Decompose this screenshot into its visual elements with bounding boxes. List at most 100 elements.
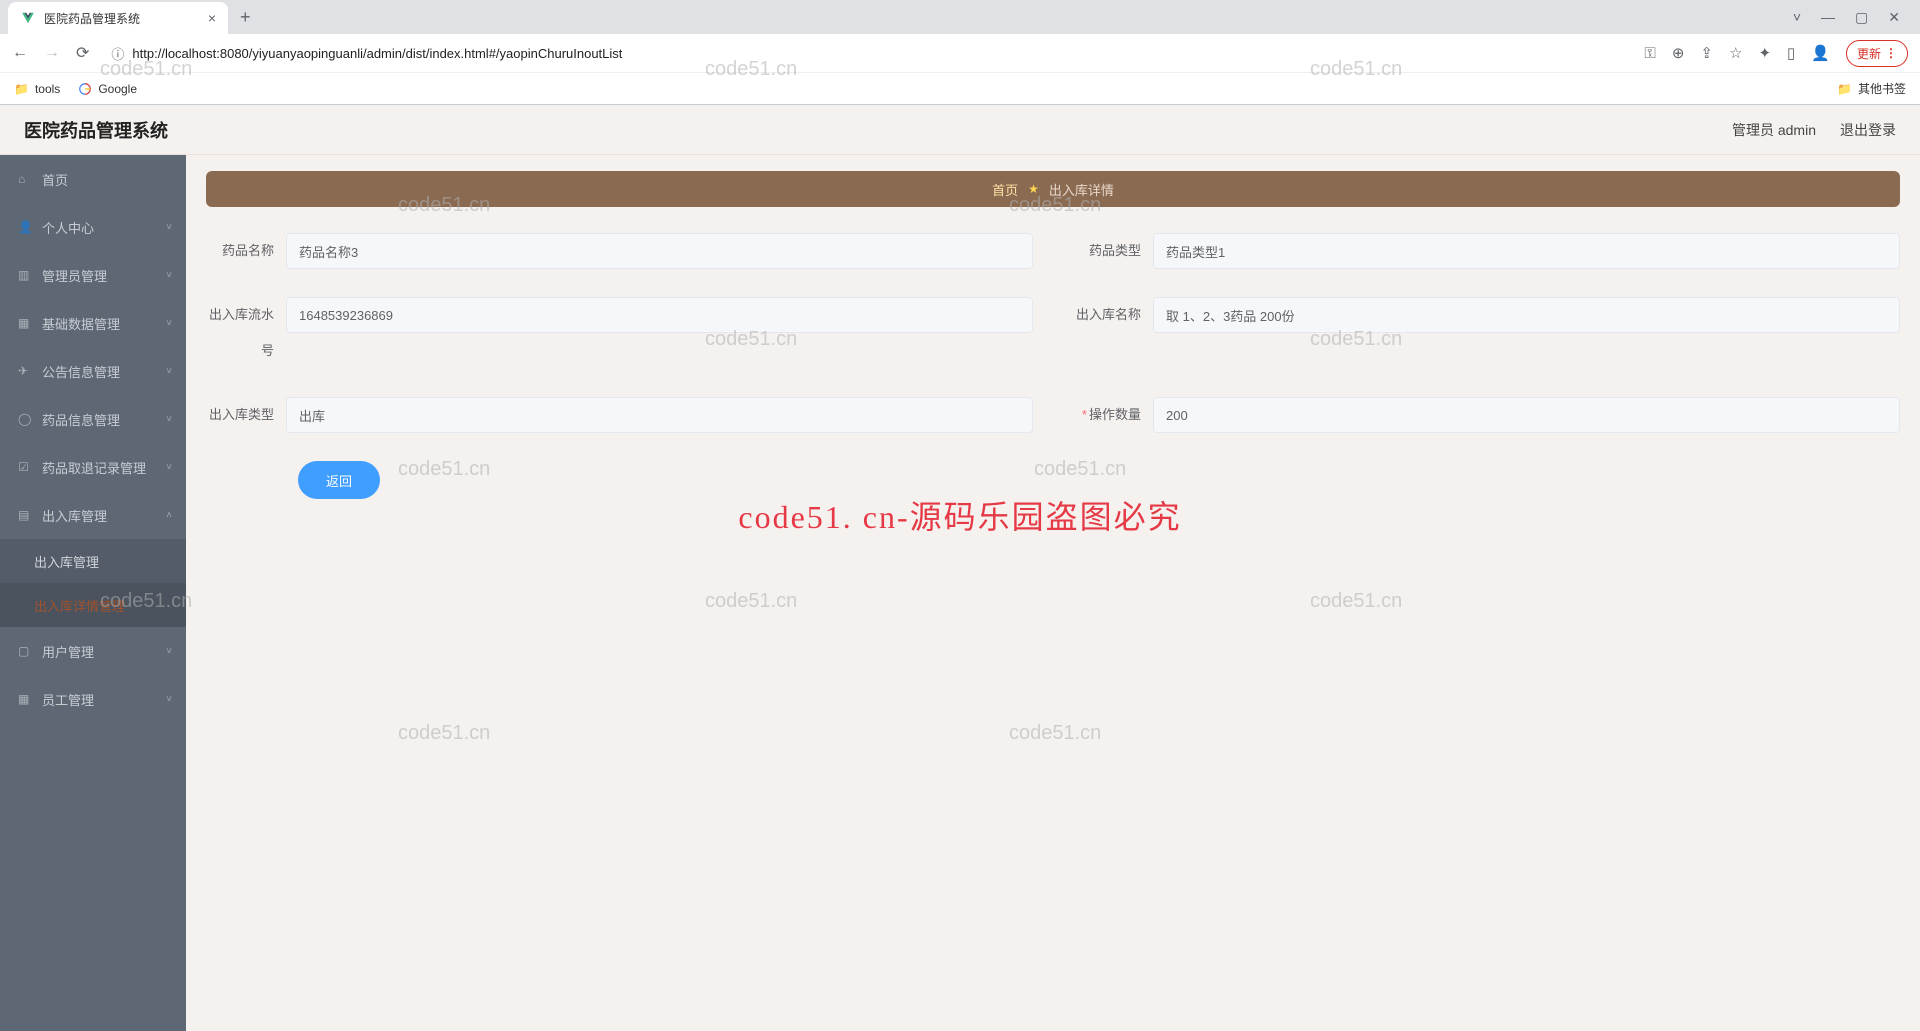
label-medicine-name: 药品名称 bbox=[206, 233, 286, 269]
input-op-qty[interactable] bbox=[1153, 397, 1900, 433]
sidebar-sublabel-inout2: 出入库详情管理 bbox=[34, 596, 125, 615]
grid-icon: ▦ bbox=[18, 692, 32, 706]
share-icon[interactable]: ⇪ bbox=[1700, 44, 1713, 62]
bookmark-bar: 📁 tools Google 📁 其他书签 bbox=[0, 72, 1920, 104]
reload-icon[interactable]: ⟳ bbox=[76, 43, 89, 63]
sidebar-label-home: 首页 bbox=[42, 170, 68, 189]
send-icon: ✈ bbox=[18, 364, 32, 378]
url-text: http://localhost:8080/yiyuanyaopinguanli… bbox=[132, 46, 622, 61]
square-icon: ▢ bbox=[18, 644, 32, 658]
sidebar-label-usermgmt: 用户管理 bbox=[42, 642, 94, 661]
home-icon: ⌂ bbox=[18, 172, 32, 186]
extensions-icon[interactable]: ✦ bbox=[1758, 44, 1771, 62]
browser-chrome: 医院药品管理系统 × + ˅ — ▢ ✕ ← → ⟳ ⓘ http://loca… bbox=[0, 0, 1920, 105]
input-medicine-type[interactable] bbox=[1153, 233, 1900, 269]
input-inout-type[interactable] bbox=[286, 397, 1033, 433]
form-item-medicine-type: 药品类型 bbox=[1073, 233, 1900, 269]
tab-close-icon[interactable]: × bbox=[208, 10, 216, 26]
user-icon: 👤 bbox=[18, 220, 32, 234]
sidebar-label-announce: 公告信息管理 bbox=[42, 362, 120, 381]
nav-icons: ← → ⟳ bbox=[12, 43, 89, 63]
bookmark-tools-label: tools bbox=[35, 82, 60, 96]
sidebar-label-personal: 个人中心 bbox=[42, 218, 94, 237]
sidebar-label-return: 药品取退记录管理 bbox=[42, 458, 146, 477]
url-bar[interactable]: ⓘ http://localhost:8080/yiyuanyaopinguan… bbox=[101, 38, 1632, 68]
nav-right: ⚿ ⊕ ⇪ ☆ ✦ ▯ 👤 更新 ⋮ bbox=[1644, 40, 1908, 67]
sidebar-item-return[interactable]: ☑ 药品取退记录管理 bbox=[0, 443, 186, 491]
circle-icon: ◯ bbox=[18, 412, 32, 426]
form-item-inout-name: 出入库名称 bbox=[1073, 297, 1900, 369]
app-title: 医院药品管理系统 bbox=[24, 117, 168, 143]
breadcrumb-home[interactable]: 首页 bbox=[992, 180, 1018, 199]
bookmark-tools[interactable]: 📁 tools bbox=[14, 82, 60, 96]
sidebar-subitem-inout-mgmt[interactable]: 出入库管理 bbox=[0, 539, 186, 583]
check-icon: ☑ bbox=[18, 460, 32, 474]
app-body: ⌂ 首页 👤 个人中心 ▥ 管理员管理 ▦ 基础数据管理 ✈ 公告信息管理 ◯ … bbox=[0, 155, 1920, 1031]
chevron-down-icon[interactable]: ˅ bbox=[1793, 9, 1801, 25]
back-icon[interactable]: ← bbox=[12, 44, 28, 62]
folder-icon: 📁 bbox=[1837, 82, 1852, 96]
browser-tab[interactable]: 医院药品管理系统 × bbox=[8, 2, 228, 34]
vue-favicon-icon bbox=[20, 10, 36, 26]
logout-button[interactable]: 退出登录 bbox=[1840, 120, 1896, 140]
profile-icon[interactable]: 👤 bbox=[1811, 44, 1830, 62]
update-button[interactable]: 更新 ⋮ bbox=[1846, 40, 1908, 67]
label-medicine-type: 药品类型 bbox=[1073, 233, 1153, 269]
bookmark-google[interactable]: Google bbox=[78, 82, 137, 96]
detail-form: 药品名称 药品类型 出入库流水号 出入库名称 bbox=[206, 227, 1900, 505]
main-content: 首页 ★ 出入库详情 药品名称 药品类型 出入库 bbox=[186, 155, 1920, 1031]
sidebar-subitem-inout-detail[interactable]: 出入库详情管理 bbox=[0, 583, 186, 627]
sidebar: ⌂ 首页 👤 个人中心 ▥ 管理员管理 ▦ 基础数据管理 ✈ 公告信息管理 ◯ … bbox=[0, 155, 186, 1031]
app-header: 医院药品管理系统 管理员 admin 退出登录 bbox=[0, 105, 1920, 155]
sidebar-item-home[interactable]: ⌂ 首页 bbox=[0, 155, 186, 203]
bookmark-other[interactable]: 📁 其他书签 bbox=[1837, 80, 1906, 97]
window-controls: ˅ — ▢ ✕ bbox=[1793, 9, 1912, 26]
sidebar-item-medicine[interactable]: ◯ 药品信息管理 bbox=[0, 395, 186, 443]
input-inout-name[interactable] bbox=[1153, 297, 1900, 333]
sidebar-submenu-inout: 出入库管理 出入库详情管理 bbox=[0, 539, 186, 627]
sidebar-item-personal[interactable]: 👤 个人中心 bbox=[0, 203, 186, 251]
user-label[interactable]: 管理员 admin bbox=[1732, 120, 1816, 140]
minimize-icon[interactable]: — bbox=[1821, 9, 1835, 25]
maximize-icon[interactable]: ▢ bbox=[1855, 9, 1868, 26]
bookmark-other-label: 其他书签 bbox=[1858, 80, 1906, 97]
label-serial: 出入库流水号 bbox=[206, 297, 286, 369]
sidebar-item-basedata[interactable]: ▦ 基础数据管理 bbox=[0, 299, 186, 347]
input-serial[interactable] bbox=[286, 297, 1033, 333]
site-info-icon[interactable]: ⓘ bbox=[111, 44, 124, 63]
sidebar-label-basedata: 基础数据管理 bbox=[42, 314, 120, 333]
zoom-icon[interactable]: ⊕ bbox=[1672, 44, 1685, 62]
label-inout-name: 出入库名称 bbox=[1073, 297, 1153, 333]
sidebar-item-inout[interactable]: ▤ 出入库管理 bbox=[0, 491, 186, 539]
form-item-op-qty: *操作数量 bbox=[1073, 397, 1900, 433]
google-icon bbox=[78, 82, 92, 96]
breadcrumb-current: 出入库详情 bbox=[1049, 180, 1114, 199]
nav-bar: ← → ⟳ ⓘ http://localhost:8080/yiyuanyaop… bbox=[0, 34, 1920, 72]
bookmark-google-label: Google bbox=[98, 82, 137, 96]
sidebar-label-inout: 出入库管理 bbox=[42, 506, 107, 525]
sidebar-label-staff: 员工管理 bbox=[42, 690, 94, 709]
form-item-inout-type: 出入库类型 bbox=[206, 397, 1033, 433]
forward-icon[interactable]: → bbox=[44, 44, 60, 62]
form-item-serial: 出入库流水号 bbox=[206, 297, 1033, 369]
sidebar-item-staff[interactable]: ▦ 员工管理 bbox=[0, 675, 186, 723]
star-icon[interactable]: ☆ bbox=[1729, 44, 1742, 62]
header-right: 管理员 admin 退出登录 bbox=[1732, 120, 1896, 140]
sidebar-item-announce[interactable]: ✈ 公告信息管理 bbox=[0, 347, 186, 395]
sidebar-item-usermgmt[interactable]: ▢ 用户管理 bbox=[0, 627, 186, 675]
label-op-qty-text: 操作数量 bbox=[1089, 407, 1141, 422]
key-icon[interactable]: ⚿ bbox=[1644, 45, 1655, 62]
tab-strip: 医院药品管理系统 × + ˅ — ▢ ✕ bbox=[0, 0, 1920, 34]
update-label: 更新 bbox=[1857, 45, 1881, 62]
sidebar-item-admin[interactable]: ▥ 管理员管理 bbox=[0, 251, 186, 299]
panel-icon[interactable]: ▯ bbox=[1787, 44, 1795, 62]
breadcrumb: 首页 ★ 出入库详情 bbox=[206, 171, 1900, 207]
sidebar-sublabel-inout1: 出入库管理 bbox=[34, 552, 99, 571]
input-medicine-name[interactable] bbox=[286, 233, 1033, 269]
new-tab-button[interactable]: + bbox=[240, 7, 251, 28]
back-button[interactable]: 返回 bbox=[298, 461, 380, 499]
close-window-icon[interactable]: ✕ bbox=[1888, 9, 1900, 26]
label-op-qty: *操作数量 bbox=[1073, 397, 1153, 433]
folder-icon: 📁 bbox=[14, 82, 29, 96]
star-icon: ★ bbox=[1028, 182, 1039, 196]
